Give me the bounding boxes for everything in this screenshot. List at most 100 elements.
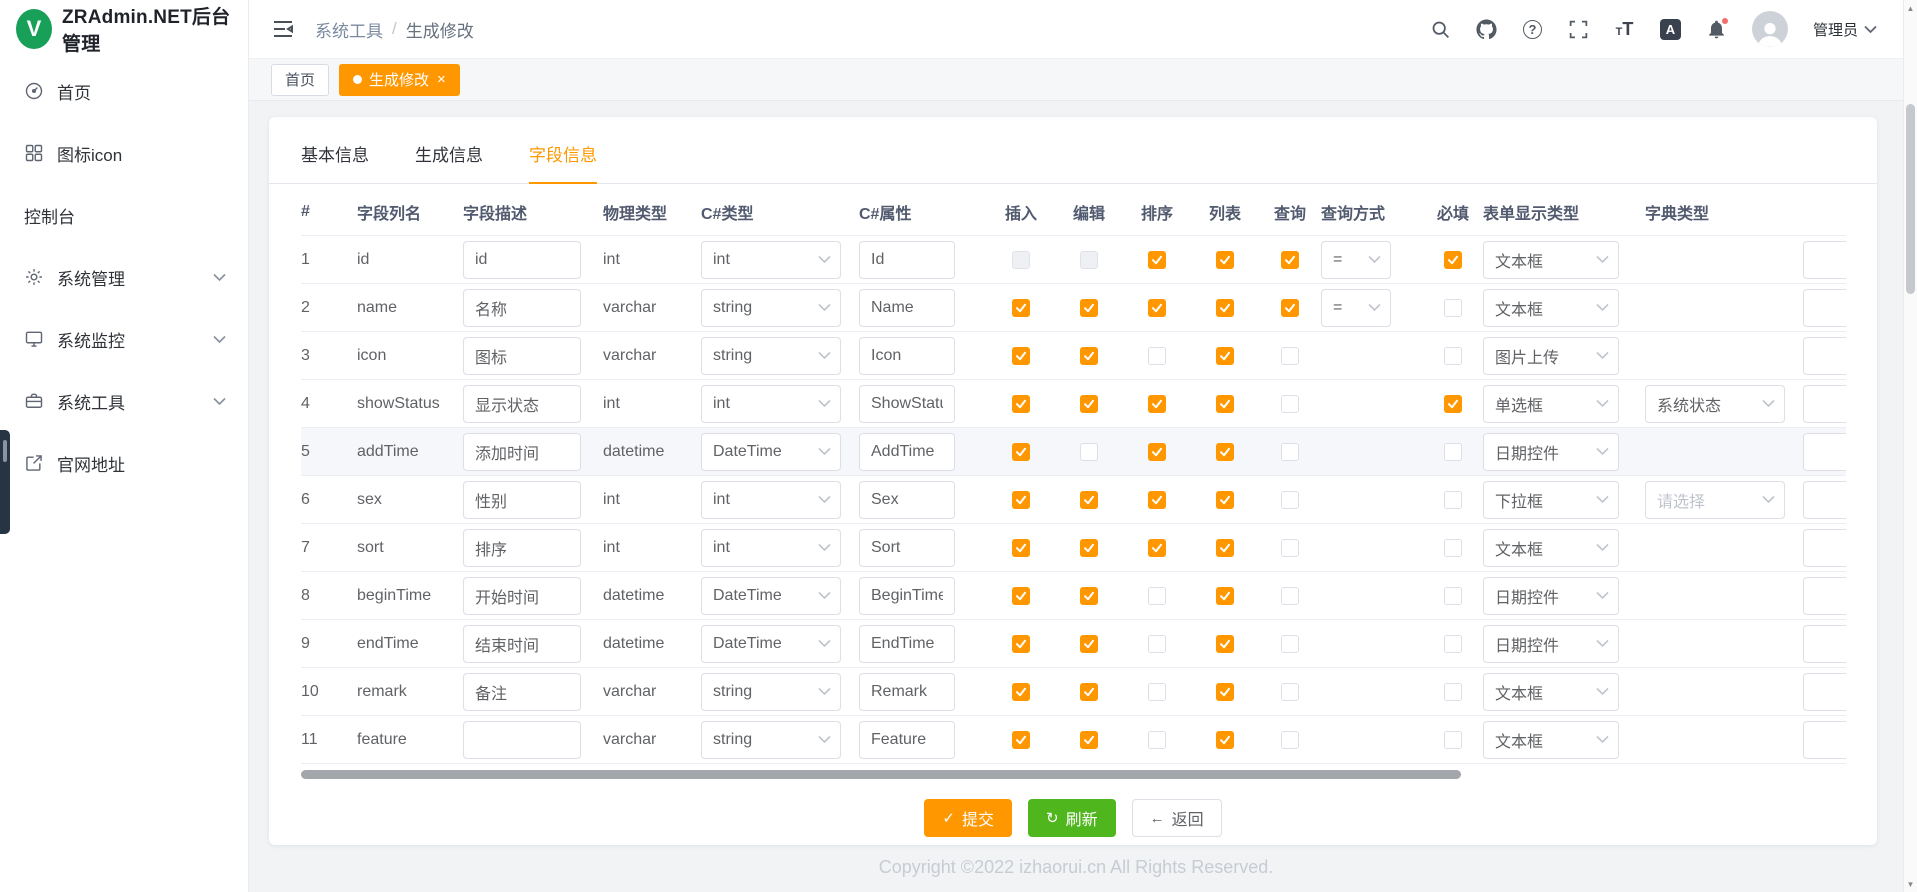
overflow-column-input[interactable] [1803,481,1846,519]
edit-checkbox[interactable] [1080,443,1098,461]
overflow-column-input[interactable] [1803,529,1846,567]
cs-type-select[interactable]: string [701,337,841,375]
sort-checkbox[interactable] [1148,251,1166,269]
sort-checkbox[interactable] [1148,635,1166,653]
edit-checkbox[interactable] [1080,683,1098,701]
insert-checkbox[interactable] [1012,587,1030,605]
overflow-column-input[interactable] [1803,385,1846,423]
cs-property-input[interactable] [859,721,955,759]
vertical-scrollbar-thumb[interactable] [1906,104,1915,294]
cs-property-input[interactable] [859,337,955,375]
overflow-column-input[interactable] [1803,721,1846,759]
cs-property-input[interactable] [859,673,955,711]
query-checkbox[interactable] [1281,635,1299,653]
cs-type-select[interactable]: string [701,721,841,759]
dict-type-select[interactable]: 系统状态 [1645,385,1785,423]
insert-checkbox[interactable] [1012,683,1030,701]
description-input[interactable] [463,241,581,279]
cs-type-select[interactable]: int [701,241,841,279]
description-input[interactable] [463,529,581,567]
overflow-column-input[interactable] [1803,625,1846,663]
description-input[interactable] [463,625,581,663]
overflow-column-input[interactable] [1803,577,1846,615]
query-checkbox[interactable] [1281,347,1299,365]
query-method-select[interactable]: = [1321,289,1391,327]
description-input[interactable] [463,673,581,711]
search-icon[interactable] [1430,19,1451,40]
display-type-select[interactable]: 文本框 [1483,289,1619,327]
close-icon[interactable]: × [437,72,446,87]
display-type-select[interactable]: 文本框 [1483,241,1619,279]
list-checkbox[interactable] [1216,299,1234,317]
cs-type-select[interactable]: string [701,289,841,327]
overflow-column-input[interactable] [1803,673,1846,711]
description-input[interactable] [463,481,581,519]
display-type-select[interactable]: 单选框 [1483,385,1619,423]
overflow-column-input[interactable] [1803,433,1846,471]
overflow-column-input[interactable] [1803,241,1846,279]
cs-type-select[interactable]: int [701,529,841,567]
sidebar-item-home[interactable]: 首页 [0,60,248,122]
query-checkbox[interactable] [1281,731,1299,749]
list-checkbox[interactable] [1216,251,1234,269]
fullscreen-icon[interactable] [1568,19,1589,40]
query-checkbox[interactable] [1281,539,1299,557]
query-checkbox[interactable] [1281,251,1299,269]
list-checkbox[interactable] [1216,443,1234,461]
query-checkbox[interactable] [1281,587,1299,605]
sidebar-item-system-monitor[interactable]: 系统监控 [0,308,248,370]
list-checkbox[interactable] [1216,731,1234,749]
description-input[interactable] [463,337,581,375]
description-input[interactable] [463,721,581,759]
list-checkbox[interactable] [1216,539,1234,557]
required-checkbox[interactable] [1444,251,1462,269]
horizontal-scrollbar-thumb[interactable] [301,770,1461,779]
edit-checkbox[interactable] [1080,491,1098,509]
description-input[interactable] [463,433,581,471]
cs-type-select[interactable]: DateTime [701,577,841,615]
display-type-select[interactable]: 文本框 [1483,721,1619,759]
insert-checkbox[interactable] [1012,443,1030,461]
insert-checkbox[interactable] [1012,539,1030,557]
cs-type-select[interactable]: string [701,673,841,711]
description-input[interactable] [463,385,581,423]
description-input[interactable] [463,289,581,327]
required-checkbox[interactable] [1444,587,1462,605]
cs-property-input[interactable] [859,481,955,519]
required-checkbox[interactable] [1444,491,1462,509]
list-checkbox[interactable] [1216,491,1234,509]
cs-property-input[interactable] [859,385,955,423]
notification-icon[interactable] [1706,19,1727,40]
scroll-up-icon[interactable]: ▲ [1904,0,1917,16]
user-menu[interactable]: 管理员 [1813,19,1877,40]
display-type-select[interactable]: 文本框 [1483,529,1619,567]
display-type-select[interactable]: 日期控件 [1483,433,1619,471]
vertical-scrollbar[interactable]: ▲ ▼ [1903,0,1917,892]
list-checkbox[interactable] [1216,395,1234,413]
required-checkbox[interactable] [1444,635,1462,653]
collapse-sidebar-icon[interactable] [271,17,295,41]
tab-generate-info[interactable]: 生成信息 [415,141,483,184]
list-checkbox[interactable] [1216,347,1234,365]
required-checkbox[interactable] [1444,731,1462,749]
edit-checkbox[interactable] [1080,395,1098,413]
cs-property-input[interactable] [859,433,955,471]
breadcrumb-section[interactable]: 系统工具 [315,17,383,42]
avatar[interactable] [1752,11,1788,47]
cs-type-select[interactable]: int [701,385,841,423]
display-type-select[interactable]: 下拉框 [1483,481,1619,519]
tag-home[interactable]: 首页 [271,64,329,96]
tab-field-info[interactable]: 字段信息 [529,141,597,184]
overflow-column-input[interactable] [1803,337,1846,375]
tab-basic-info[interactable]: 基本信息 [301,141,369,184]
list-checkbox[interactable] [1216,683,1234,701]
github-icon[interactable] [1476,19,1497,40]
cs-property-input[interactable] [859,289,955,327]
required-checkbox[interactable] [1444,395,1462,413]
cs-property-input[interactable] [859,577,955,615]
refresh-button[interactable]: ↻ 刷新 [1028,799,1116,837]
sort-checkbox[interactable] [1148,491,1166,509]
app-logo[interactable]: V ZRAdmin.NET后台管理 [0,0,248,58]
sort-checkbox[interactable] [1148,731,1166,749]
sort-checkbox[interactable] [1148,443,1166,461]
